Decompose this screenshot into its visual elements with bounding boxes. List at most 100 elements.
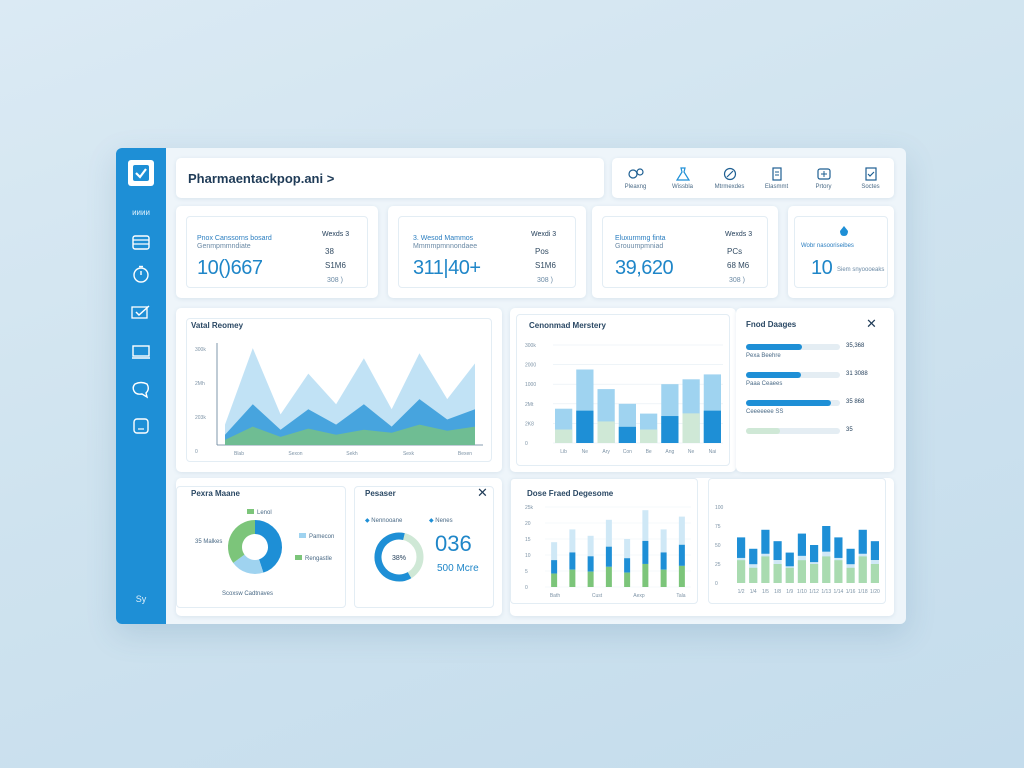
bar-bottom	[551, 573, 558, 587]
kpi-sublabel: Genmpmmndiate	[197, 243, 251, 250]
clipboard-check-icon	[864, 166, 877, 181]
x-tick-label: Ang	[665, 449, 674, 455]
x-tick-label: Aexp	[633, 593, 645, 599]
bar-bottom	[737, 560, 746, 583]
toolbar-label: Soctes	[861, 183, 880, 190]
kpi-label: 3. Wesod Mammos	[413, 235, 474, 242]
bar-bottom	[797, 560, 806, 583]
y-tick-label: 300k	[195, 347, 206, 353]
bar-top	[605, 519, 612, 547]
bar-bottom	[810, 564, 819, 583]
toolbar-item-soctes[interactable]: Soctes	[851, 166, 891, 190]
stacked-chart: 25k 20 15 10 5 0 Bath Cust Aexp Tala	[525, 505, 691, 599]
y-tick-label: 20	[525, 521, 531, 527]
bar-top	[846, 548, 855, 565]
legend-item: Rengastle	[295, 555, 332, 562]
donut1-inner: Pexra Maane 35 Malkes Scoxsw Cadtnaves L…	[176, 486, 346, 608]
kpi-right1: 38	[325, 247, 334, 256]
x-tick-label: Con	[623, 449, 632, 455]
row-value: 31 3088	[846, 371, 868, 377]
bar-bottom	[785, 567, 794, 583]
kpi-right1: Pos	[535, 247, 549, 256]
sidebar: ᴎᴎᴎᴎ Sy	[116, 148, 166, 624]
area-chart: 300k 2Mh 203k 0 Blab Sexon Sekh Sexk Bexen	[195, 343, 483, 457]
progress-fill	[746, 400, 831, 406]
toolbar-label: Mtrmexdes	[714, 183, 745, 190]
kpi-value: 39,620	[615, 257, 674, 279]
dashboard-window: ᴎᴎᴎᴎ Sy Pharmaentackpop.ani > Pleaxng Wi…	[116, 148, 906, 624]
bar-mid	[678, 544, 685, 566]
bar-front	[618, 426, 636, 443]
kpi-inner: Eluxurmmg finta Grouumpmniad 39,620 Wexd…	[602, 216, 768, 288]
bar-mid	[551, 560, 558, 574]
bar-front	[640, 429, 658, 443]
x-tick-label: Sexon	[288, 451, 302, 457]
bar-bottom	[642, 563, 649, 587]
x-tick-label: 1/13	[821, 589, 831, 595]
bar-top	[660, 529, 667, 553]
donut-left-label: 35 Malkes	[195, 539, 223, 545]
y-tick-label: 0	[525, 585, 528, 591]
x-tick-label: 1/8	[774, 589, 781, 595]
sticky-note-icon[interactable]	[131, 416, 151, 436]
sidebar-top-label: ᴎᴎᴎᴎ	[132, 208, 150, 217]
x-tick-label: Sekh	[346, 451, 358, 457]
progress-track	[746, 372, 840, 378]
histogram-card: Cenonmad Merstery 300k 2000 1000 2Mt 2K8 0 Lib…	[510, 308, 736, 472]
calendar-icon[interactable]	[131, 232, 151, 252]
bar-top	[587, 535, 594, 557]
x-tick-label: Ne	[688, 449, 695, 455]
bar-bottom	[761, 556, 770, 583]
row-label: Paaa Ceaees	[746, 381, 783, 387]
volume-inner: Vatal Reomey 300k 2Mh 203k 0 Blab Sexon Sekh Se…	[186, 318, 492, 462]
bar-top	[834, 537, 843, 558]
x-tick-label: Ne	[582, 449, 589, 455]
bar-top	[785, 552, 794, 567]
bar-front	[682, 413, 700, 443]
y-tick-label: 15	[525, 537, 531, 543]
x-tick-label: 1/18	[858, 589, 868, 595]
toolbar-item-pleaxng[interactable]: Pleaxng	[616, 167, 656, 190]
close-icon[interactable]: ✕	[477, 485, 488, 501]
x-tick-label: Tala	[676, 593, 685, 599]
bar-top	[870, 541, 879, 561]
card-title: Pesaser	[365, 489, 396, 498]
check-logo-icon[interactable]	[128, 160, 154, 186]
search-bar[interactable]: Pharmaentackpop.ani >	[176, 158, 604, 198]
bar-bottom	[569, 569, 576, 587]
kpi-card-2: 3. Wesod Mammos Mmmmpmnnondaee 311|40+ W…	[388, 206, 586, 298]
pill-icon	[723, 167, 736, 180]
progress-fill	[746, 428, 780, 434]
histogram-inner: Cenonmad Merstery 300k 2000 1000 2Mt 2K8 0 Lib…	[516, 314, 730, 466]
close-icon[interactable]: ✕	[866, 316, 877, 332]
y-tick-label: 100	[715, 505, 724, 511]
kpi-note: 308 )	[327, 277, 343, 284]
toolbar-item-wissbla[interactable]: Wissbla	[663, 166, 703, 190]
toolbar-item-elasmmt[interactable]: Elasmmt	[757, 166, 797, 190]
y-tick-label: 2Mh	[195, 381, 205, 387]
bar-top	[822, 526, 831, 552]
bar-bottom	[822, 556, 831, 583]
kpi-sublabel: Grouumpmniad	[615, 243, 664, 250]
check-list-icon[interactable]	[131, 302, 151, 322]
bar-bottom	[660, 569, 667, 587]
donut2-inner: Pesaser ✕ ◆ Nennooane ◆ Nenes 38% 036 50…	[354, 485, 494, 608]
donut-slice	[233, 554, 264, 574]
toolbar-item-prtory[interactable]: Prtory	[804, 167, 844, 190]
row-value: 35	[846, 427, 853, 433]
toolbar-item-mtrmexdes[interactable]: Mtrmexdes	[710, 167, 750, 190]
flask-icon	[675, 166, 690, 181]
x-tick-label: Sexk	[403, 451, 415, 457]
legend-item: ◆ Nenes	[429, 518, 453, 524]
x-tick-label: Blab	[234, 451, 244, 457]
y-tick-label: 25	[715, 562, 721, 568]
drop-icon	[840, 226, 848, 236]
y-tick-label: 203k	[195, 415, 206, 421]
volume-card: Vatal Reomey 300k 2Mh 203k 0 Blab Sexon Sekh Se…	[176, 308, 502, 472]
chat-icon[interactable]	[131, 380, 151, 400]
clock-icon[interactable]	[131, 264, 151, 284]
x-tick-label: 1/20	[870, 589, 880, 595]
toolbar-label: Pleaxng	[624, 183, 647, 190]
monitor-icon[interactable]	[131, 342, 151, 362]
fixed-card: Fnod Daages ✕ Pexa Beehre 35,368 Paaa Ceae…	[736, 308, 894, 472]
